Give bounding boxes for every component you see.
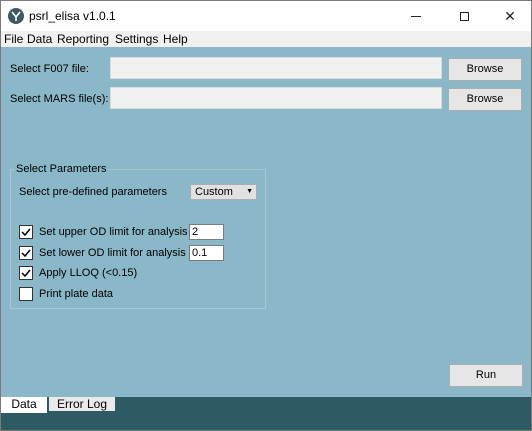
tab-error-log[interactable]: Error Log [49, 397, 115, 411]
parameters-group-title: Select Parameters [14, 163, 109, 175]
lloq-checkbox[interactable] [19, 266, 33, 280]
lloq-label: Apply LLOQ (<0.15) [39, 267, 138, 279]
predefined-parameters-label: Select pre-defined parameters [19, 186, 167, 198]
mars-browse-button[interactable]: Browse [448, 88, 522, 111]
window-title: psrl_elisa v1.0.1 [29, 9, 116, 23]
lower-od-label: Set lower OD limit for analysis [39, 247, 186, 259]
lower-od-input[interactable]: 0.1 [189, 245, 224, 261]
app-logo-icon [8, 8, 24, 24]
upper-od-label: Set upper OD limit for analysis [39, 226, 188, 238]
mars-file-field[interactable] [110, 87, 442, 109]
app-window: psrl_elisa v1.0.1 ✕ File Data Reporting … [0, 0, 532, 431]
tab-bar: Data Error Log [1, 397, 531, 430]
maximize-button[interactable] [441, 1, 487, 31]
upper-od-checkbox[interactable] [19, 225, 33, 239]
close-button[interactable]: ✕ [487, 1, 531, 31]
minimize-button[interactable] [393, 1, 439, 31]
menu-bar: File Data Reporting Settings Help [1, 31, 531, 47]
predefined-parameters-value: Custom [195, 186, 233, 198]
print-plate-label: Print plate data [39, 288, 113, 300]
close-icon: ✕ [504, 8, 516, 24]
menu-data[interactable]: Data [27, 32, 52, 46]
menu-reporting[interactable]: Reporting [57, 32, 109, 46]
minimize-icon [411, 16, 421, 18]
menu-file[interactable]: File [4, 32, 23, 46]
print-plate-checkbox[interactable] [19, 287, 33, 301]
f007-browse-button[interactable]: Browse [448, 58, 522, 81]
menu-help[interactable]: Help [163, 32, 188, 46]
tab-data[interactable]: Data [1, 397, 47, 413]
f007-file-field[interactable] [110, 57, 442, 79]
f007-file-label: Select F007 file: [10, 63, 89, 75]
chevron-down-icon: ▼ [246, 188, 253, 195]
upper-od-input[interactable]: 2 [189, 224, 224, 240]
menu-settings[interactable]: Settings [115, 32, 158, 46]
lower-od-checkbox[interactable] [19, 246, 33, 260]
mars-file-label: Select MARS file(s): [10, 93, 109, 105]
maximize-icon [459, 12, 469, 22]
run-button[interactable]: Run [449, 364, 523, 387]
predefined-parameters-select[interactable]: Custom ▼ [190, 184, 257, 200]
title-bar: psrl_elisa v1.0.1 ✕ [1, 1, 531, 31]
